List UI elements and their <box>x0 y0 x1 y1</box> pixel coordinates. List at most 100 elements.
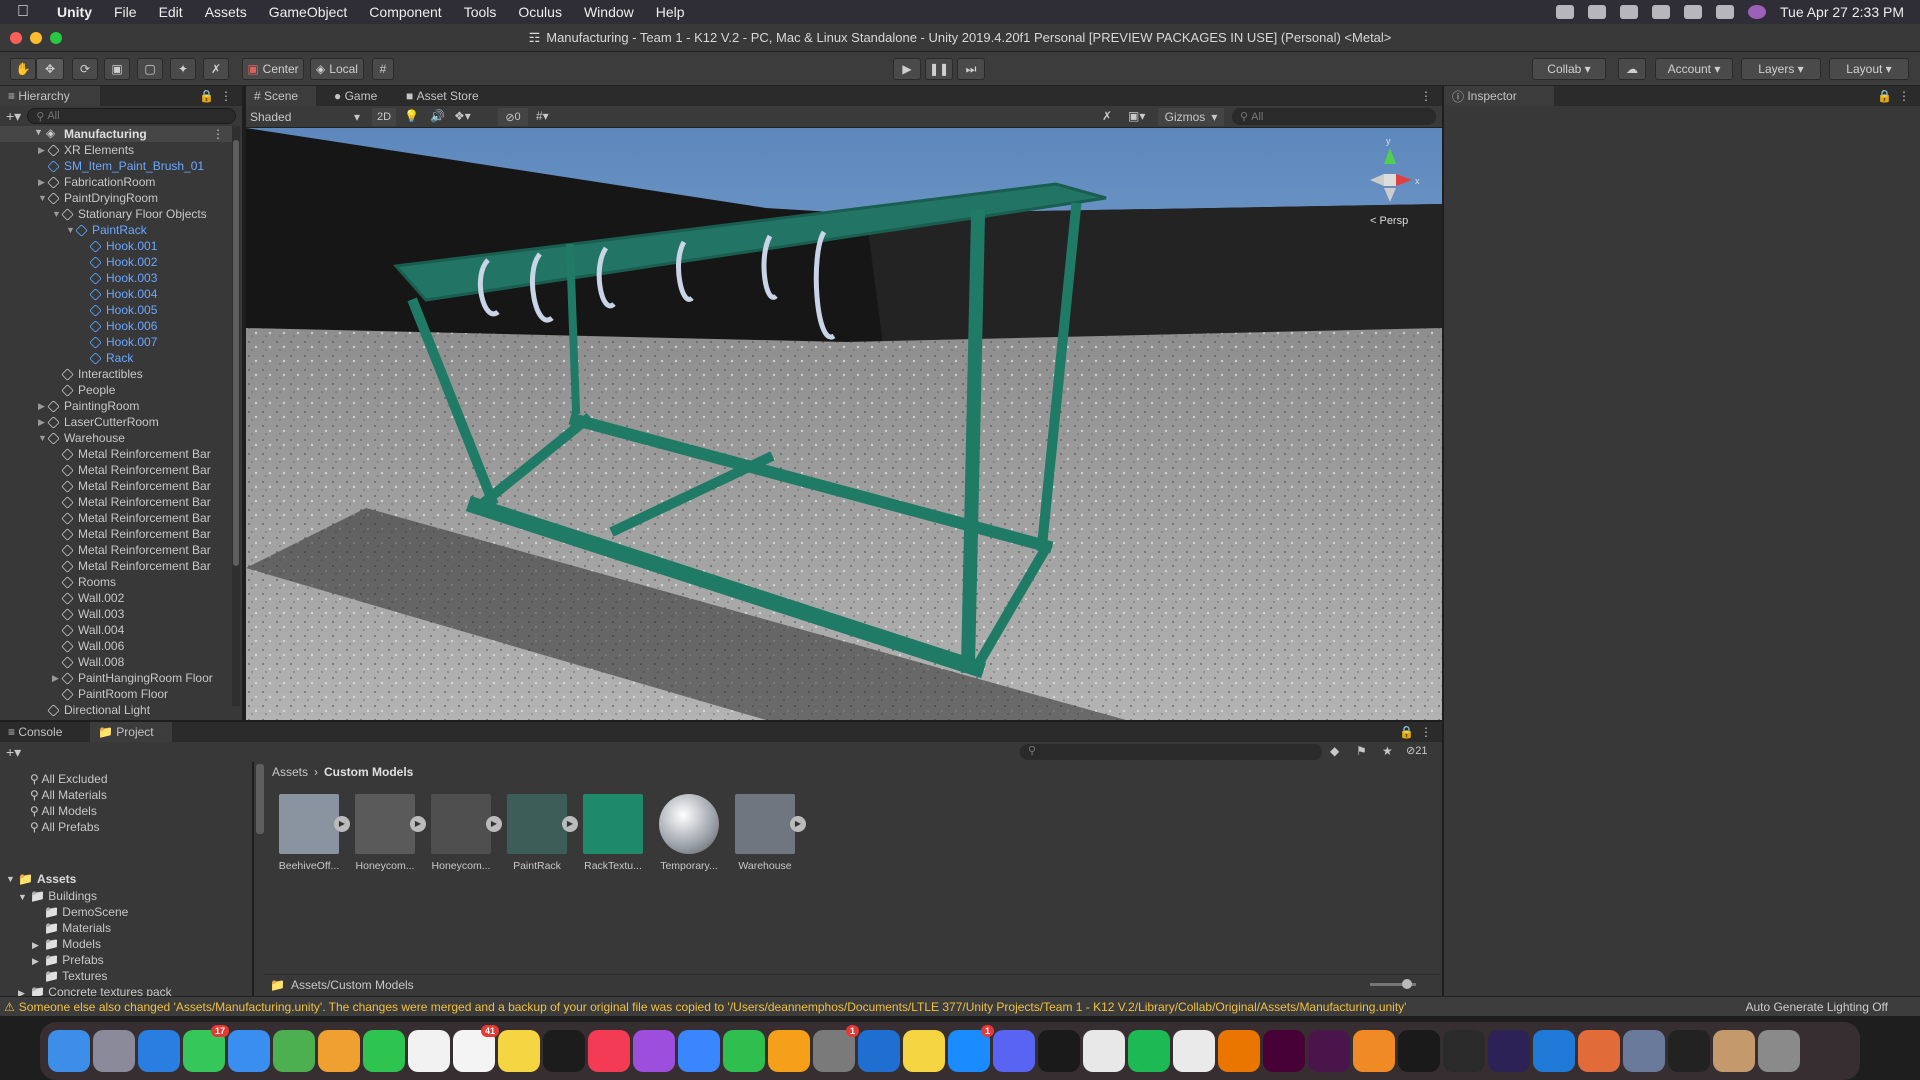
hierarchy-item[interactable]: Directional Light <box>0 702 232 718</box>
grid-toggle-icon[interactable]: #▾ <box>536 109 549 123</box>
hierarchy-search-input[interactable]: ⚲ All <box>27 108 236 124</box>
zoom-window-button[interactable] <box>50 32 62 44</box>
tab-project[interactable]: 📁 Project <box>90 722 172 742</box>
hierarchy-item[interactable]: Hook.005 <box>0 302 232 318</box>
favorites-star-icon[interactable]: ★ <box>1382 744 1393 758</box>
wifi-icon[interactable] <box>1652 5 1670 19</box>
podcasts-icon[interactable] <box>633 1030 675 1072</box>
vscode-icon[interactable] <box>1533 1030 1575 1072</box>
hierarchy-item[interactable]: Rack <box>0 350 232 366</box>
menu-assets[interactable]: Assets <box>194 4 258 20</box>
menu-file[interactable]: File <box>103 4 148 20</box>
xcode-tools-icon[interactable] <box>1623 1030 1665 1072</box>
hierarchy-item[interactable]: Hook.001 <box>0 238 232 254</box>
app-store-icon[interactable]: 1 <box>948 1025 994 1072</box>
menu-window[interactable]: Window <box>573 4 645 20</box>
menu-oculus[interactable]: Oculus <box>507 4 573 20</box>
safari-icon[interactable] <box>138 1030 180 1072</box>
gizmos-dropdown[interactable]: Gizmos ▾ <box>1158 108 1224 126</box>
inspector-kebab-icon[interactable]: ⋮ <box>1898 89 1910 103</box>
hierarchy-item[interactable]: Interactibles <box>0 366 232 382</box>
project-create-icon[interactable]: +▾ <box>6 744 21 761</box>
favorite-item[interactable]: ⚲ All Prefabs <box>30 820 100 834</box>
hierarchy-item[interactable]: Wall.002 <box>0 590 232 606</box>
asset-item[interactable]: PaintRack ▶ <box>504 794 578 872</box>
tree-scroll-thumb[interactable] <box>256 764 264 834</box>
expand-subassets-icon[interactable]: ▶ <box>486 816 502 832</box>
expand-arrow-icon[interactable]: ▶ <box>32 956 44 967</box>
folder-item[interactable]: ▶ 📁 Prefabs <box>32 953 104 967</box>
control-center-icon[interactable] <box>1716 5 1734 19</box>
hand-tool-icon[interactable]: ✋ <box>10 58 36 80</box>
lock-icon[interactable]: 🔒 <box>199 89 214 103</box>
control-center-grid-icon[interactable] <box>1556 5 1574 19</box>
menu-component[interactable]: Component <box>358 4 452 20</box>
hierarchy-item[interactable]: Metal Reinforcement Bar <box>0 446 232 462</box>
project-kebab-icon[interactable]: ⋮ <box>1420 725 1432 739</box>
hierarchy-item[interactable]: Wall.006 <box>0 638 232 654</box>
rotate-tool-icon[interactable]: ⟳ <box>72 58 98 80</box>
menu-edit[interactable]: Edit <box>148 4 194 20</box>
assets-expand-icon[interactable]: ▼ <box>6 874 18 884</box>
expand-subassets-icon[interactable]: ▶ <box>334 816 350 832</box>
minimize-window-button[interactable] <box>30 32 42 44</box>
play-button[interactable]: ▶ <box>893 58 921 80</box>
unity-collab-icon[interactable] <box>1588 5 1606 19</box>
close-window-button[interactable] <box>10 32 22 44</box>
hierarchy-item[interactable]: Hook.002 <box>0 254 232 270</box>
expand-arrow-icon[interactable]: ▶ <box>18 988 30 996</box>
keynote-icon[interactable] <box>678 1030 720 1072</box>
hierarchy-item[interactable]: Wall.003 <box>0 606 232 622</box>
folder-item[interactable]: ▶ 📁 Models <box>32 937 101 951</box>
favorite-item[interactable]: ⚲ All Excluded <box>30 772 108 786</box>
clock[interactable]: Tue Apr 27 2:33 PM <box>1780 4 1904 20</box>
scene-tools-icon[interactable]: ✗ <box>1102 109 1112 123</box>
archive-icon[interactable] <box>1713 1030 1755 1072</box>
rect-tool-icon[interactable]: ▢ <box>137 58 163 80</box>
stickies-icon[interactable] <box>903 1030 945 1072</box>
hidden-packages-toggle[interactable]: ⊘21 <box>1406 744 1427 757</box>
system-preferences-icon[interactable]: 1 <box>813 1025 859 1072</box>
layers-dropdown[interactable]: Layers ▾ <box>1741 58 1821 80</box>
hierarchy-item[interactable]: Metal Reinforcement Bar <box>0 526 232 542</box>
menu-tools[interactable]: Tools <box>453 4 508 20</box>
tab-scene[interactable]: # Scene <box>246 86 316 106</box>
camera-icon[interactable]: ▣▾ <box>1128 109 1145 123</box>
hierarchy-item[interactable]: Hook.004 <box>0 286 232 302</box>
space-local-toggle[interactable]: ◈ Local <box>310 58 364 80</box>
scene-header-row[interactable]: ▼ ◈ Manufacturing ⋮ <box>0 126 232 142</box>
shading-mode-dropdown[interactable]: Shaded ▾ <box>246 107 366 126</box>
notes-icon[interactable] <box>498 1030 540 1072</box>
project-search-input[interactable]: ⚲ <box>1020 744 1322 760</box>
calendar-icon[interactable] <box>408 1030 450 1072</box>
discord-icon[interactable] <box>993 1030 1035 1072</box>
tab-game[interactable]: ● Game <box>326 86 385 106</box>
expand-arrow-icon[interactable]: ▼ <box>18 892 30 902</box>
auto-lighting-status[interactable]: Auto Generate Lighting Off <box>1745 1000 1888 1014</box>
blender-icon[interactable] <box>1218 1030 1260 1072</box>
hierarchy-item[interactable]: Rooms <box>0 574 232 590</box>
hierarchy-item[interactable]: ▶ PaintingRoom <box>0 398 232 414</box>
hierarchy-item[interactable]: ▶ XR Elements <box>0 142 232 158</box>
hierarchy-scroll-thumb[interactable] <box>233 140 239 566</box>
tab-inspector[interactable]: ⓘ Inspector <box>1444 86 1554 106</box>
app-menu-unity[interactable]: Unity <box>46 4 103 20</box>
lighting-toggle-icon[interactable]: 💡 <box>404 109 419 123</box>
cloud-icon[interactable]: ☁ <box>1618 58 1646 80</box>
pause-button[interactable]: ❚❚ <box>925 58 953 80</box>
hierarchy-item[interactable]: Metal Reinforcement Bar <box>0 494 232 510</box>
chrome-icon[interactable] <box>1083 1030 1125 1072</box>
hierarchy-item[interactable]: Wall.008 <box>0 654 232 670</box>
favorite-item[interactable]: ⚲ All Models <box>30 804 97 818</box>
hierarchy-scrollbar[interactable] <box>232 126 240 706</box>
hierarchy-item[interactable]: Metal Reinforcement Bar <box>0 462 232 478</box>
hierarchy-item[interactable]: Hook.007 <box>0 334 232 350</box>
hierarchy-item[interactable]: Hook.003 <box>0 270 232 286</box>
messages-icon[interactable]: 17 <box>183 1025 229 1072</box>
reminders-icon[interactable]: 41 <box>453 1025 499 1072</box>
pages-icon[interactable] <box>768 1030 810 1072</box>
hierarchy-item[interactable]: People <box>0 382 232 398</box>
intellij-icon[interactable] <box>1398 1030 1440 1072</box>
scene-search-input[interactable]: ⚲ All <box>1232 108 1436 125</box>
transform-tool-icon[interactable]: ✦ <box>170 58 196 80</box>
